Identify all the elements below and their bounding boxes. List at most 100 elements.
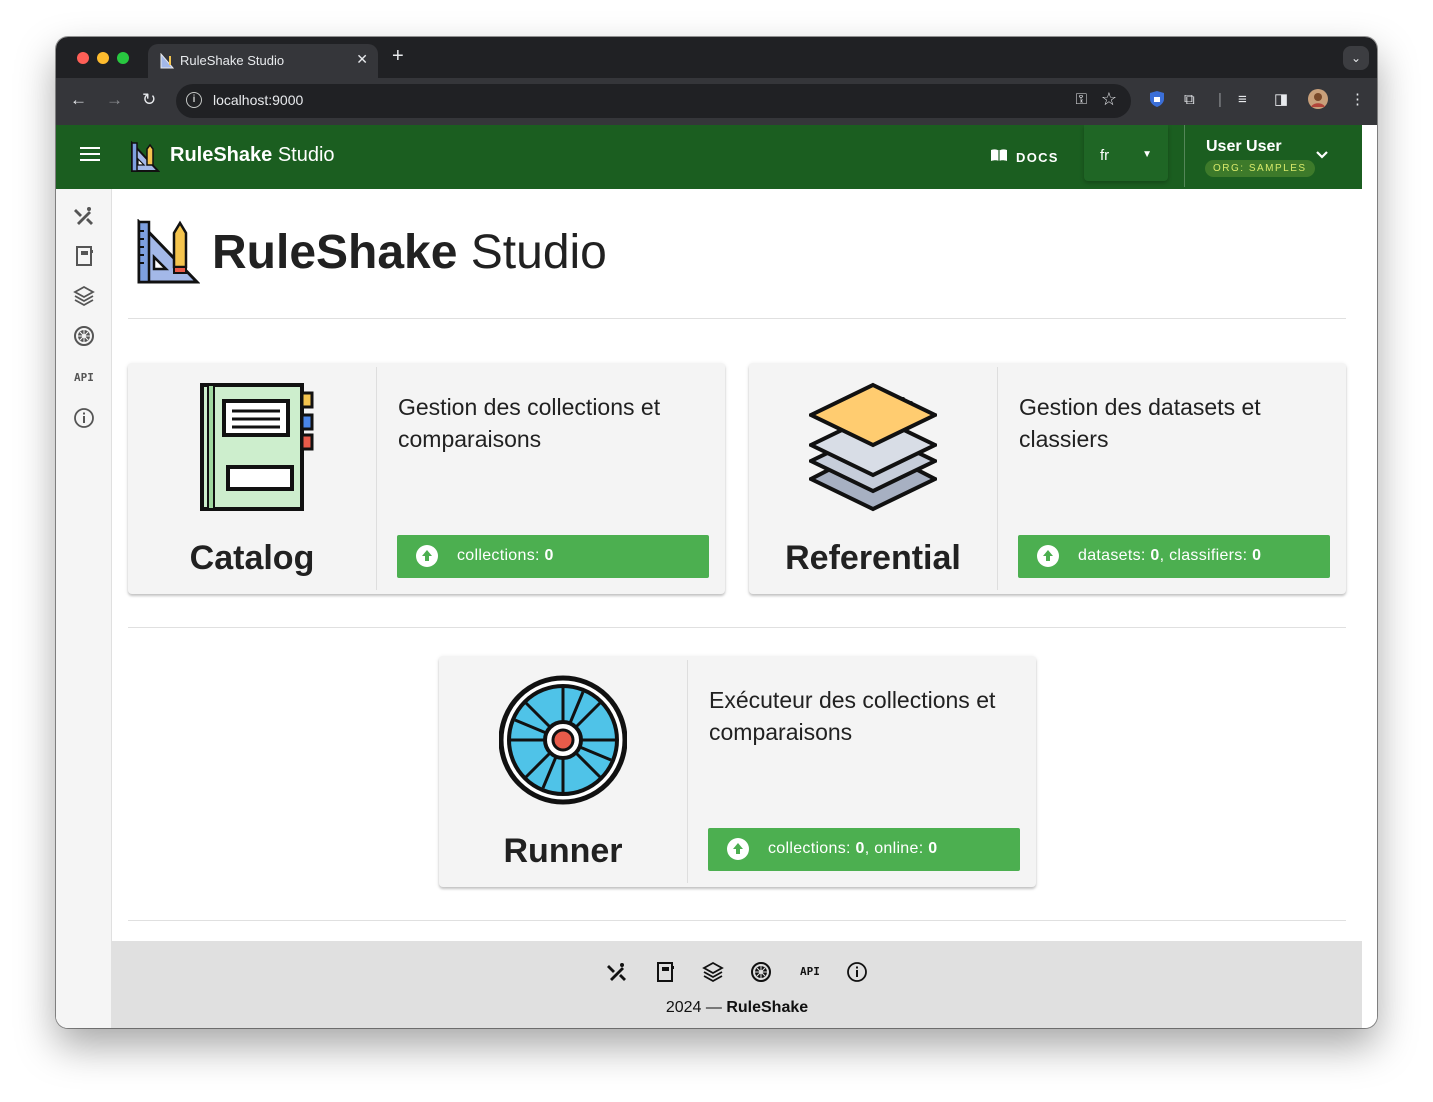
referential-card[interactable]: Referential Gestion des datasets et clas… xyxy=(749,363,1346,594)
user-name[interactable]: User User xyxy=(1206,138,1282,156)
profile-avatar-icon[interactable] xyxy=(1308,89,1328,115)
info-icon[interactable] xyxy=(846,961,868,983)
footer: API 2024 — RuleShake xyxy=(112,941,1362,1028)
site-info-icon[interactable]: i xyxy=(186,92,202,108)
turbine-illustration-icon xyxy=(499,675,627,805)
main-content: RuleShake Studio Catalog Gestion des col… xyxy=(112,189,1362,1028)
book-open-icon xyxy=(990,148,1008,165)
notebook-illustration-icon xyxy=(200,383,314,511)
footer-brand: RuleShake xyxy=(726,999,809,1016)
brand-light: Studio xyxy=(272,144,335,166)
arrow-up-circle-icon xyxy=(727,838,749,860)
brand-bold: RuleShake xyxy=(170,144,273,166)
card-left: Referential xyxy=(749,363,997,594)
api-icon[interactable]: API xyxy=(74,371,94,384)
browser-toolbar: ← → ↻ i localhost:9000 ⚿ ☆ ⧉ | ≡ ◨ ⋮ xyxy=(56,78,1377,125)
layers-icon[interactable] xyxy=(73,285,95,307)
card-left: Runner xyxy=(439,656,687,887)
footer-year: 2024 — xyxy=(665,999,727,1016)
stat-label: , online: xyxy=(864,840,929,857)
language-select[interactable]: fr ▼ xyxy=(1084,125,1168,181)
docs-label: DOCS xyxy=(1016,150,1059,165)
card-separator xyxy=(997,367,998,590)
maximize-window-button[interactable] xyxy=(117,52,129,64)
footer-copyright: 2024 — RuleShake xyxy=(112,999,1362,1017)
close-window-button[interactable] xyxy=(77,52,89,64)
card-left: Catalog xyxy=(128,363,376,594)
browser-menu-icon[interactable]: ⋮ xyxy=(1350,90,1365,110)
side-panel-icon[interactable]: ◨ xyxy=(1274,90,1288,110)
app-brand[interactable]: RuleShake Studio xyxy=(170,144,335,167)
stat-label: collections: xyxy=(768,840,856,857)
collections-count-button[interactable]: collections: 0 xyxy=(397,535,709,578)
tab-title: RuleShake Studio xyxy=(180,53,285,68)
stat-value: 0 xyxy=(855,840,865,857)
runner-card[interactable]: Runner Exécuteur des collections et comp… xyxy=(439,656,1036,887)
stat-value: 0 xyxy=(1252,547,1262,564)
stat-value: 0 xyxy=(928,840,938,857)
catalog-card[interactable]: Catalog Gestion des collections et compa… xyxy=(128,363,725,594)
card-title: Runner xyxy=(503,832,623,870)
turbine-icon[interactable] xyxy=(750,961,772,983)
card-title: Referential xyxy=(785,539,961,577)
divider xyxy=(128,627,1346,628)
side-navigation: API xyxy=(56,189,112,1028)
divider xyxy=(128,920,1346,921)
forward-arrow-icon[interactable]: → xyxy=(106,90,123,110)
bookmark-star-icon[interactable]: ☆ xyxy=(1101,89,1117,110)
info-icon[interactable] xyxy=(73,407,95,429)
card-description: Gestion des collections et comparaisons xyxy=(398,394,661,452)
button-label: collections: 0 xyxy=(457,547,554,565)
reload-icon[interactable]: ↻ xyxy=(142,90,156,110)
reading-list-icon[interactable]: ≡ xyxy=(1238,90,1247,110)
design-tools-icon[interactable] xyxy=(606,961,628,983)
user-divider xyxy=(1184,125,1185,187)
hero-title-light: Studio xyxy=(457,226,607,279)
arrow-up-circle-icon xyxy=(1037,545,1059,567)
toolbar-divider: | xyxy=(1218,91,1222,108)
chevron-down-icon[interactable] xyxy=(1315,147,1329,163)
caret-down-icon: ▼ xyxy=(1142,149,1152,160)
arrow-up-circle-icon xyxy=(416,545,438,567)
button-label: collections: 0, online: 0 xyxy=(768,840,937,858)
language-value: fr xyxy=(1100,147,1110,164)
extensions-puzzle-icon[interactable]: ⧉ xyxy=(1184,90,1195,110)
stat-value: 0 xyxy=(1150,547,1160,564)
app-bar: RuleShake Studio DOCS fr ▼ User User ORG… xyxy=(56,125,1362,189)
minimize-window-button[interactable] xyxy=(97,52,109,64)
browser-tab[interactable]: RuleShake Studio ✕ xyxy=(148,44,378,78)
turbine-icon[interactable] xyxy=(73,325,95,347)
browser-window: RuleShake Studio ✕ + ⌄ ← → ↻ i localhost… xyxy=(56,37,1377,1028)
card-description: Gestion des datasets et classiers xyxy=(1019,394,1261,452)
tab-close-icon[interactable]: ✕ xyxy=(356,51,368,68)
layers-icon[interactable] xyxy=(702,961,724,983)
runner-count-button[interactable]: collections: 0, online: 0 xyxy=(708,828,1020,871)
address-bar[interactable]: i localhost:9000 ⚿ ☆ xyxy=(176,84,1131,118)
menu-hamburger-icon[interactable] xyxy=(80,147,100,161)
stat-label: datasets: xyxy=(1078,547,1151,564)
design-tools-icon[interactable] xyxy=(73,205,95,227)
notebook-icon[interactable] xyxy=(654,961,676,983)
ruleshake-favicon-icon xyxy=(160,53,174,69)
tab-search-button[interactable]: ⌄ xyxy=(1343,46,1369,70)
button-label: datasets: 0, classifiers: 0 xyxy=(1078,547,1261,565)
back-arrow-icon[interactable]: ← xyxy=(70,90,87,110)
stat-label: collections: xyxy=(457,547,545,564)
password-key-icon[interactable]: ⚿ xyxy=(1076,91,1087,108)
new-tab-button[interactable]: + xyxy=(392,46,404,66)
docs-button[interactable]: DOCS xyxy=(990,148,1059,165)
card-title: Catalog xyxy=(189,539,315,577)
ruleshake-hero-logo-icon xyxy=(137,219,200,284)
divider xyxy=(128,318,1346,319)
org-badge: ORG: SAMPLES xyxy=(1205,160,1315,177)
notebook-icon[interactable] xyxy=(73,245,95,267)
web-page: RuleShake Studio DOCS fr ▼ User User ORG… xyxy=(56,125,1362,1028)
address-url[interactable]: localhost:9000 xyxy=(213,92,303,108)
hero-title-bold: RuleShake xyxy=(212,226,458,279)
page-title: RuleShake Studio xyxy=(212,225,607,280)
api-icon[interactable]: API xyxy=(800,965,820,978)
password-manager-extension-icon[interactable] xyxy=(1149,90,1165,114)
datasets-count-button[interactable]: datasets: 0, classifiers: 0 xyxy=(1018,535,1330,578)
card-separator xyxy=(376,367,377,590)
ruleshake-logo-icon[interactable] xyxy=(130,141,160,173)
